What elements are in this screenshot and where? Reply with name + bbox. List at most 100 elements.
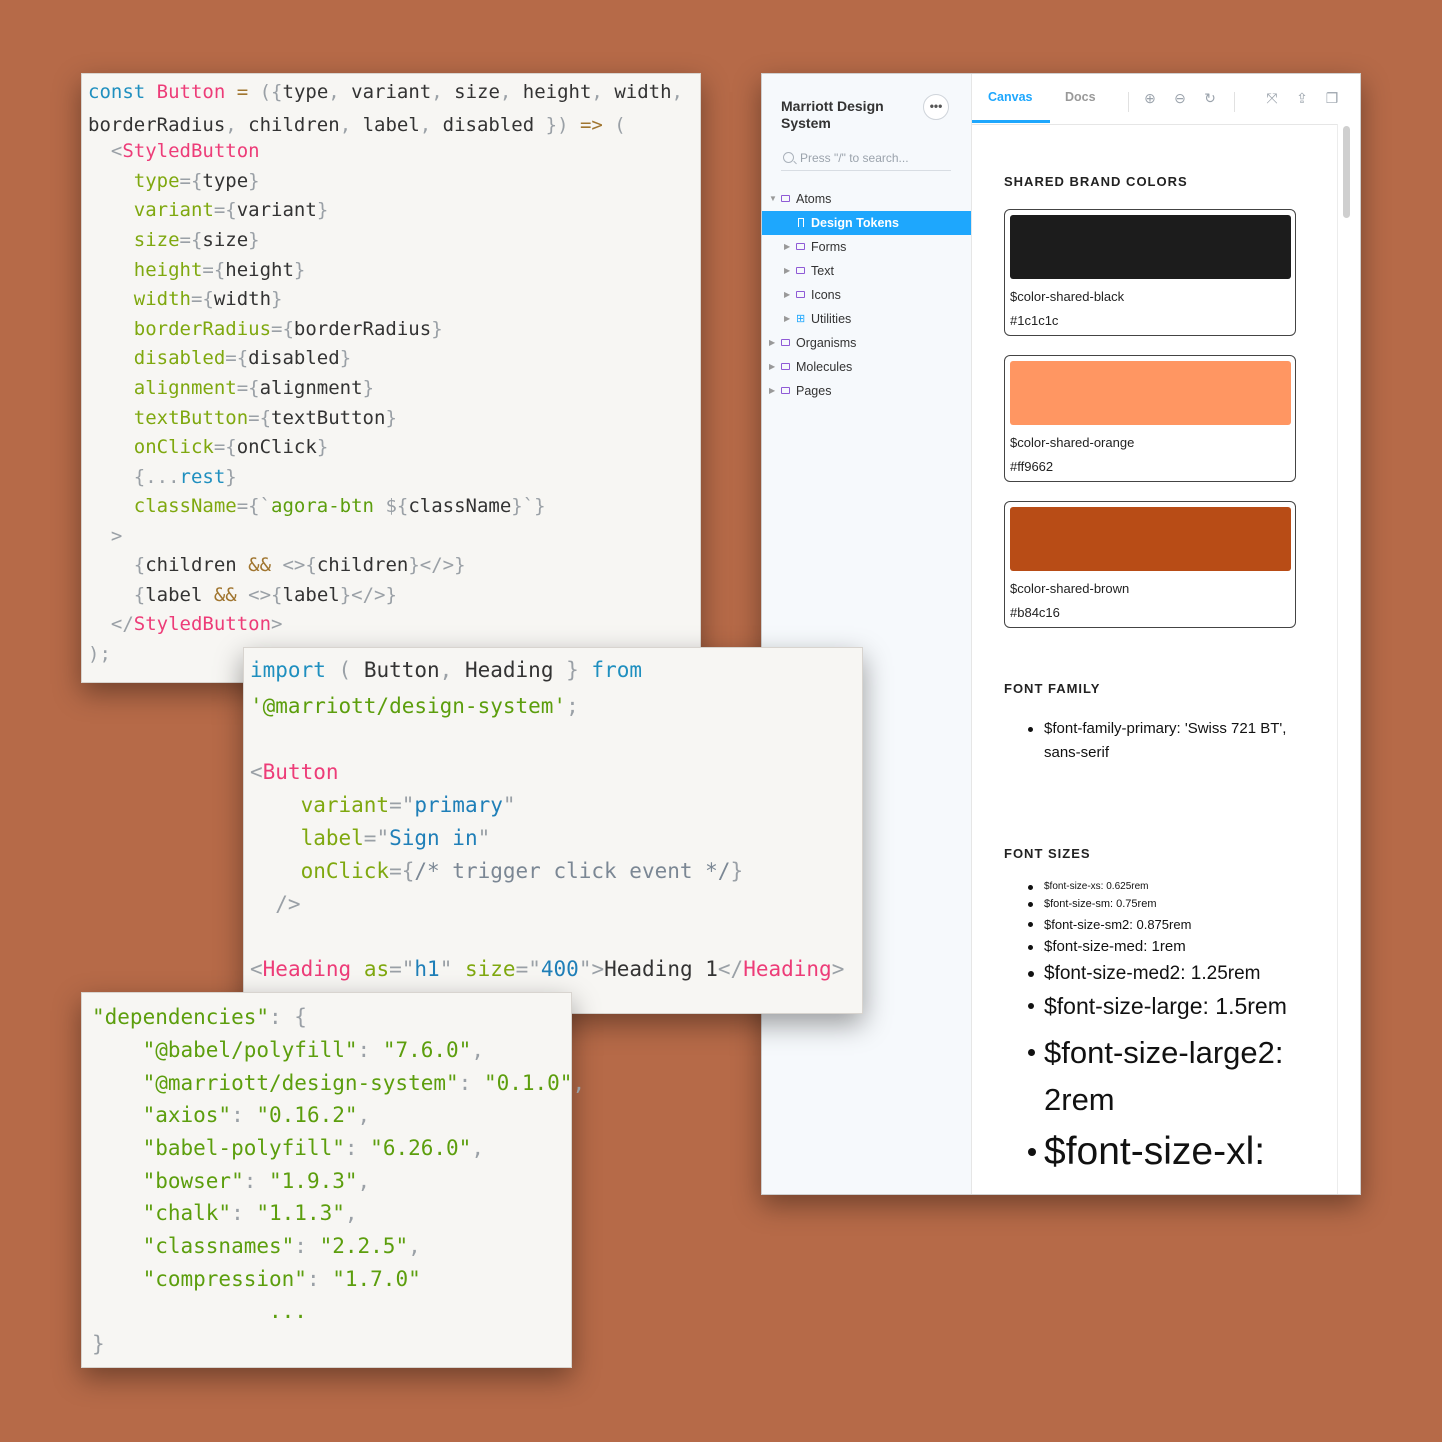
import-usage-code-panel: import ( Button, Heading } from '@marriot… [243,647,863,1014]
code-token: /* trigger click event */ [414,859,731,883]
copy-link-icon[interactable]: ❐ [1324,90,1340,106]
code-token: ( [338,658,364,682]
code-token: : [306,1267,333,1291]
sidebar-item-icons[interactable]: ▶ Icons [762,283,971,307]
code-token: textButton [88,407,249,429]
font-size-item: $font-size-med2: 1.25rem [1028,963,1261,984]
sidebar-item-molecules[interactable]: ▶ Molecules [762,355,971,379]
sidebar-item-label: Organisms [796,336,857,350]
font-size-item: $font-size-large: 1.5rem [1028,993,1287,1019]
code-line: <Button [250,760,339,784]
swatch-hex: #b84c16 [1010,605,1060,620]
code-token: "1.9.3" [269,1169,358,1193]
tab-docs[interactable]: Docs [1065,90,1096,104]
zoom-reset-icon[interactable]: ↻ [1202,90,1218,106]
code-token: children [248,114,340,136]
chevron-right-icon[interactable]: ▶ [769,379,775,403]
code-token: <>{ [248,584,283,606]
code-token: } [248,229,260,251]
code-line: label="Sign in" [250,826,491,850]
code-line: width={width} [88,288,283,310]
code-line: "@babel/polyfill": "7.6.0", [92,1038,484,1062]
code-token: ); [88,643,111,665]
code-token: children [145,554,249,576]
swatch-name: $color-shared-orange [1010,435,1135,450]
code-token: , [439,658,465,682]
code-token: { [88,584,146,606]
tab-canvas[interactable]: Canvas [988,90,1032,104]
code-line: onClick={onClick} [88,436,329,458]
code-token: } [566,658,592,682]
sidebar-item-forms[interactable]: ▶ Forms [762,235,971,259]
code-token: variant [250,793,390,817]
scrollbar-thumb[interactable] [1343,126,1350,218]
code-token: import [250,658,339,682]
sidebar-item-atoms[interactable]: ▼ Atoms [762,187,971,211]
code-token: type [282,81,329,103]
sidebar-item-utilities[interactable]: ▶ ⊞ Utilities [762,307,971,331]
chevron-right-icon[interactable]: ▶ [784,283,790,307]
code-token: '@marriott/design-system' [250,694,567,718]
code-token: </ [88,613,134,635]
sidebar-menu-button[interactable]: ••• [923,94,949,120]
chevron-right-icon[interactable]: ▶ [769,331,775,355]
font-size-item: $font-size-xs: 0.625rem [1028,881,1149,892]
code-token: "1.7.0" [332,1267,421,1291]
code-line: '@marriott/design-system'; [250,694,579,718]
code-token: const [88,81,157,103]
code-token: ={ [190,288,214,310]
code-token: : [344,1136,371,1160]
chevron-right-icon[interactable]: ▶ [784,307,790,331]
code-token: ={ [236,377,260,399]
zoom-out-icon[interactable]: ⊖ [1172,90,1188,106]
code-token: borderRadius [88,318,272,340]
code-token: height [88,259,203,281]
chevron-right-icon[interactable]: ▶ [769,355,775,379]
code-token: } [385,407,397,429]
code-line: > [88,525,122,547]
code-token: "chalk" [92,1201,232,1225]
code-token: : { [269,1005,307,1029]
code-token: /> [250,892,301,916]
share-icon[interactable]: ⇪ [1294,90,1310,106]
code-token: </ [717,957,744,981]
sidebar-item-organisms[interactable]: ▶ Organisms [762,331,971,355]
scrollbar-track[interactable] [1337,124,1360,1194]
code-token: } [339,347,352,369]
code-token: } [293,259,306,281]
swatch-hex: #1c1c1c [1010,313,1059,328]
toolbar-divider [1234,92,1235,112]
code-token: as [363,957,390,981]
code-token: , [339,114,363,136]
sidebar-item-text[interactable]: ▶ Text [762,259,971,283]
code-token: Sign in [389,826,478,850]
code-token: =" [515,957,541,981]
sidebar-item-pages[interactable]: ▶ Pages [762,379,971,403]
search-input[interactable] [800,149,950,167]
code-token: : [231,1201,257,1225]
code-line: height={height} [88,259,306,281]
zoom-in-icon[interactable]: ⊕ [1142,90,1158,106]
chevron-down-icon[interactable]: ▼ [769,187,777,211]
code-token: } [362,377,375,399]
code-token: , [419,114,443,136]
code-token: size [88,229,180,251]
code-token: label [362,114,420,136]
chevron-right-icon[interactable]: ▶ [784,259,790,283]
code-token: } [248,170,260,192]
code-token: alignment [259,377,363,399]
code-token: type [202,170,249,192]
bookmark-icon [798,218,804,227]
code-token: < [250,760,263,784]
fullscreen-icon[interactable]: ⤧ [1264,90,1280,106]
chevron-right-icon[interactable]: ▶ [784,235,790,259]
search-field[interactable] [781,149,951,171]
font-size-item: $font-size-med: 1rem [1028,938,1186,955]
code-token: => [579,114,615,136]
sidebar-item-design-tokens[interactable]: Design Tokens [762,211,971,235]
code-token: , [408,1234,421,1258]
folder-icon [781,363,790,370]
code-token: } [92,1332,105,1356]
code-token: rest [179,466,226,488]
code-token: "> [578,957,605,981]
